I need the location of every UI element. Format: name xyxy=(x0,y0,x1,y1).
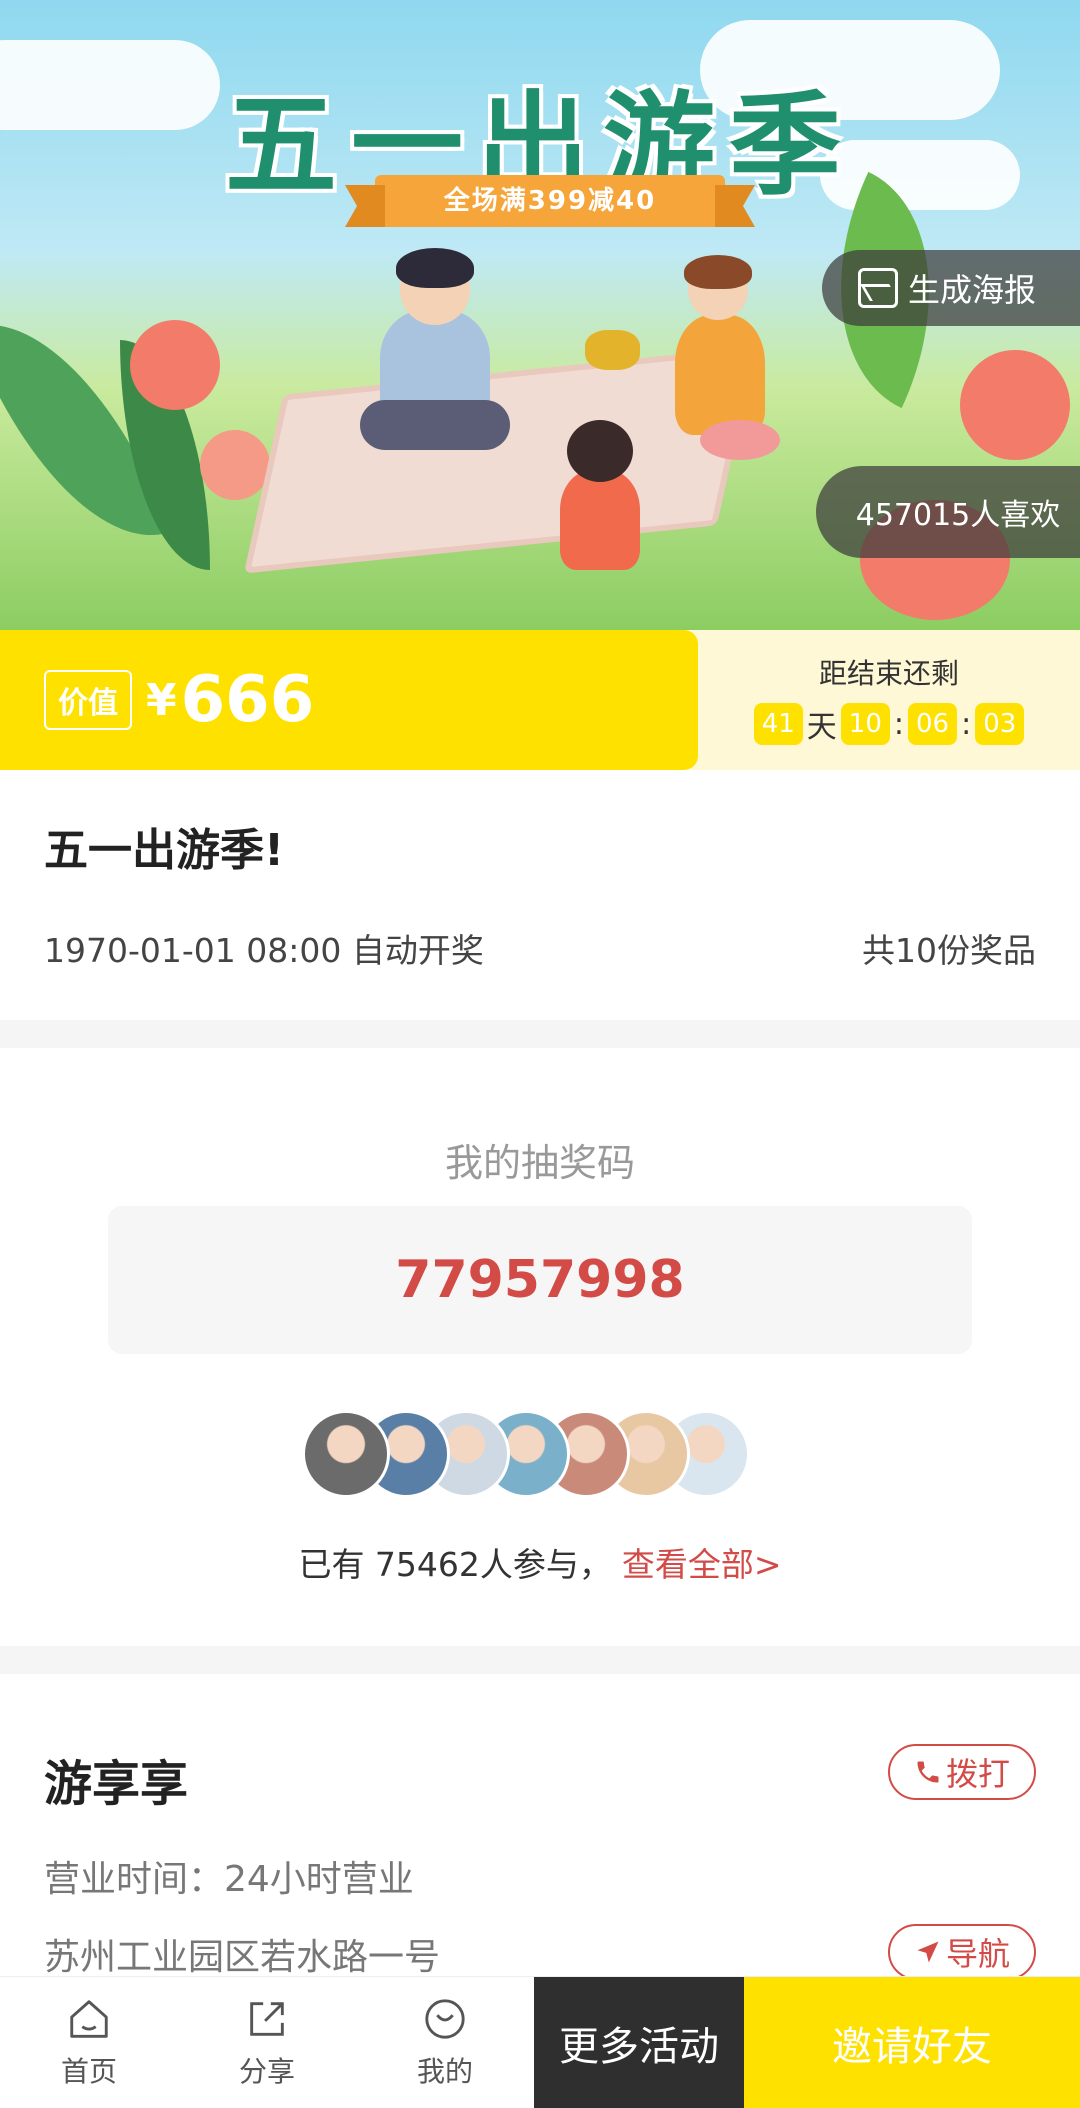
prize-count: 共10份奖品 xyxy=(862,931,1036,970)
navigate-label: 导航 xyxy=(945,1935,1010,1973)
currency-symbol: ¥ xyxy=(146,674,177,726)
participant-avatars[interactable] xyxy=(302,1410,750,1498)
event-info-card: 五一出游季! 1970-01-01 08:00 自动开奖 共10份奖品 xyxy=(0,770,1080,1020)
navigate-button[interactable]: 导航 xyxy=(888,1924,1036,1980)
lottery-code: 77957998 xyxy=(108,1206,972,1354)
shop-name: 游享享 xyxy=(44,1756,189,1812)
smile-icon xyxy=(425,1998,465,2039)
flower-decoration xyxy=(200,430,270,500)
tab-home[interactable]: 首页 xyxy=(0,1977,178,2108)
participants-row: 已有 75462人参与， 查看全部> xyxy=(0,1538,1080,1586)
call-button[interactable]: 拨打 xyxy=(888,1744,1036,1800)
hat-decoration xyxy=(700,420,780,460)
business-hours: 营业时间：24小时营业 xyxy=(44,1859,414,1900)
price-amount: 666 xyxy=(180,663,315,737)
bottom-bar: 首页 分享 我的 更多活动 邀请好友 xyxy=(0,1976,1080,2108)
tab-mine[interactable]: 我的 xyxy=(356,1977,534,2108)
day-unit: 天 xyxy=(806,710,837,745)
tab-home-label: 首页 xyxy=(60,2054,117,2088)
generate-poster-label: 生成海报 xyxy=(908,271,1037,309)
basket-decoration xyxy=(585,330,640,370)
price-bar: 价值 ¥ 666 距结束还剩 41 天 10 : 06 : 03 xyxy=(0,630,1080,770)
time-separator: : xyxy=(893,706,904,742)
promo-ribbon: 全场满399减40 xyxy=(375,175,725,227)
call-label: 拨打 xyxy=(945,1755,1010,1793)
countdown-seconds: 03 xyxy=(975,703,1025,745)
flower-decoration xyxy=(130,320,220,410)
value-badge: 价值 xyxy=(44,670,132,730)
generate-poster-button[interactable]: 生成海报 xyxy=(822,250,1080,326)
hero-banner: 五一出游季 全场满399减40 生成海报 457015人喜欢 xyxy=(0,0,1080,630)
participants-count: 已有 75462人参与， xyxy=(298,1545,612,1584)
phone-icon xyxy=(917,1761,939,1783)
countdown-timer: 41 天 10 : 06 : 03 xyxy=(698,702,1080,746)
countdown: 距结束还剩 41 天 10 : 06 : 03 xyxy=(698,630,1080,770)
flower-decoration xyxy=(960,350,1070,460)
countdown-days: 41 xyxy=(753,703,803,745)
countdown-minutes: 06 xyxy=(908,703,958,745)
share-icon xyxy=(250,2001,284,2036)
event-title: 五一出游季! xyxy=(44,825,285,876)
countdown-label: 距结束还剩 xyxy=(818,657,959,690)
lottery-card: 我的抽奖码 77957998 已有 75462人参与， 查看全部> xyxy=(0,1048,1080,1646)
countdown-hours: 10 xyxy=(840,703,890,745)
likes-count: 457015人喜欢 xyxy=(816,466,1080,558)
navigation-arrow-icon xyxy=(917,1941,939,1963)
shop-address: 苏州工业园区若水路一号 xyxy=(44,1937,441,1978)
lottery-code-label: 我的抽奖码 xyxy=(444,1141,635,1185)
tab-share[interactable]: 分享 xyxy=(178,1977,356,2108)
view-all-link[interactable]: 查看全部> xyxy=(622,1545,782,1584)
invite-friends-button[interactable]: 邀请好友 xyxy=(744,1977,1080,2108)
draw-time: 1970-01-01 08:00 自动开奖 xyxy=(44,931,484,970)
image-icon xyxy=(858,268,898,308)
tab-mine-label: 我的 xyxy=(416,2054,473,2088)
home-icon xyxy=(70,1999,108,2038)
tab-share-label: 分享 xyxy=(238,2054,295,2088)
price-section: 价值 ¥ 666 xyxy=(0,630,698,770)
more-activities-button[interactable]: 更多活动 xyxy=(534,1977,744,2108)
time-separator: : xyxy=(961,706,972,742)
participant-avatar xyxy=(302,1410,390,1498)
